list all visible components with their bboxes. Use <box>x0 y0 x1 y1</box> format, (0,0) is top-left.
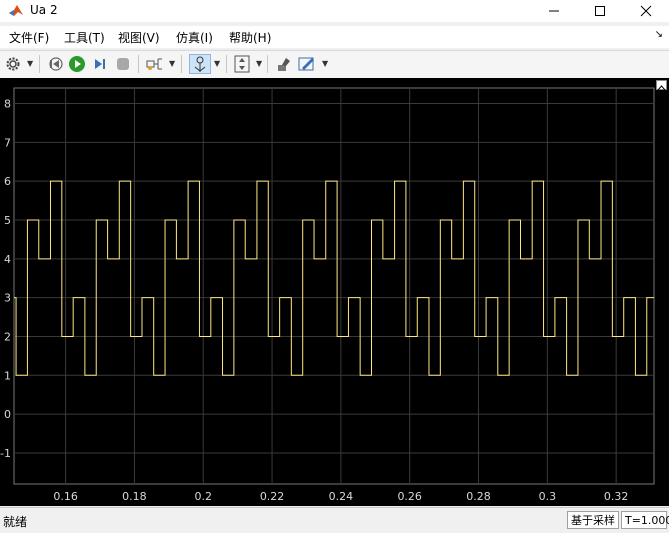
y-tick-label: 3 <box>4 292 11 305</box>
cursor-dropdown-icon[interactable]: ▼ <box>214 59 220 68</box>
status-text: 就绪 <box>3 515 28 529</box>
gear-icon <box>6 57 20 71</box>
toolbar-separator <box>226 55 227 73</box>
y-tick-label: 0 <box>4 408 11 421</box>
highlight-icon <box>278 58 290 71</box>
y-tick-label: 4 <box>4 253 11 266</box>
undock-button[interactable] <box>656 80 667 91</box>
y-tick-label: 8 <box>4 98 11 111</box>
style-icon <box>298 57 314 71</box>
x-tick-label: 0.3 <box>539 490 557 503</box>
scope-display: 0.16 0.18 0.2 0.22 0.24 0.26 0.28 0.3 0.32 -1 0 1 2 3… <box>0 78 669 506</box>
cursor-measure-button[interactable] <box>189 54 211 74</box>
signal-select-button[interactable] <box>145 54 165 74</box>
menu-file[interactable]: 文件(F) <box>9 29 49 46</box>
step-forward-icon <box>95 59 105 69</box>
x-tick-label: 0.16 <box>53 490 78 503</box>
run-icon <box>69 56 85 72</box>
step-back-button[interactable] <box>45 54 65 74</box>
axes-frame <box>13 87 655 485</box>
y-tick-label: 2 <box>4 330 11 343</box>
stop-icon <box>117 58 129 70</box>
maximize-button[interactable] <box>577 0 623 22</box>
minimize-button[interactable] <box>531 0 577 22</box>
toolbar-separator <box>138 55 139 73</box>
autoscale-icon <box>234 55 250 73</box>
highlight-button[interactable] <box>274 54 294 74</box>
x-tick-label: 0.22 <box>260 490 285 503</box>
cursor-measure-icon <box>194 56 206 72</box>
sample-mode-badge: 基于采样 <box>567 511 619 529</box>
x-tick-label: 0.28 <box>466 490 491 503</box>
close-button[interactable] <box>623 0 669 22</box>
y-tick-label: 6 <box>4 175 11 188</box>
menu-view[interactable]: 视图(V) <box>118 29 160 46</box>
undock-icon <box>657 85 666 91</box>
signal-dropdown-icon[interactable]: ▼ <box>169 59 175 68</box>
menu-bar: 文件(F) 工具(T) 视图(V) 仿真(I) 帮助(H) ↘ <box>0 26 669 48</box>
step-back-icon <box>49 57 63 71</box>
run-button[interactable] <box>67 54 87 74</box>
style-dropdown-icon[interactable]: ▼ <box>322 59 328 68</box>
menu-simulation[interactable]: 仿真(I) <box>176 29 213 46</box>
y-tick-label: -1 <box>0 447 11 460</box>
menu-help[interactable]: 帮助(H) <box>229 29 271 46</box>
signal-select-icon <box>146 58 162 70</box>
toolbar-separator <box>267 55 268 73</box>
stop-button[interactable] <box>113 54 133 74</box>
autoscale-button[interactable] <box>232 54 252 74</box>
x-tick-label: 0.32 <box>604 490 629 503</box>
x-tick-label: 0.26 <box>397 490 422 503</box>
matlab-logo-icon <box>9 5 23 16</box>
status-bar: 就绪 基于采样 T=1.000 <box>0 507 669 533</box>
maximize-icon <box>595 6 605 16</box>
toolbar: ▼ ▼ ▼ ▼ ▼ <box>0 50 669 79</box>
menu-tools[interactable]: 工具(T) <box>64 29 105 46</box>
scope-plot[interactable]: 0.16 0.18 0.2 0.22 0.24 0.26 0.28 0.3 0.32 -1 0 1 2 3… <box>0 78 669 506</box>
toolbar-separator <box>39 55 40 73</box>
autoscale-dropdown-icon[interactable]: ▼ <box>256 59 262 68</box>
y-tick-label: 7 <box>4 136 11 149</box>
step-forward-button[interactable] <box>90 54 110 74</box>
toolbar-separator <box>181 55 182 73</box>
settings-dropdown-icon[interactable]: ▼ <box>27 59 33 68</box>
y-tick-label: 5 <box>4 214 11 227</box>
sim-time-readout: T=1.000 <box>621 511 669 529</box>
dock-arrow-icon[interactable]: ↘ <box>655 29 663 40</box>
style-button[interactable] <box>297 54 317 74</box>
settings-button[interactable] <box>3 54 23 74</box>
x-tick-label: 0.2 <box>194 490 212 503</box>
x-tick-label: 0.24 <box>329 490 354 503</box>
minimize-icon <box>549 10 559 12</box>
title-bar: Ua 2 <box>0 0 669 22</box>
x-tick-label: 0.18 <box>122 490 147 503</box>
close-icon <box>640 5 652 17</box>
window-title: Ua 2 <box>30 3 58 17</box>
y-tick-label: 1 <box>4 369 11 382</box>
